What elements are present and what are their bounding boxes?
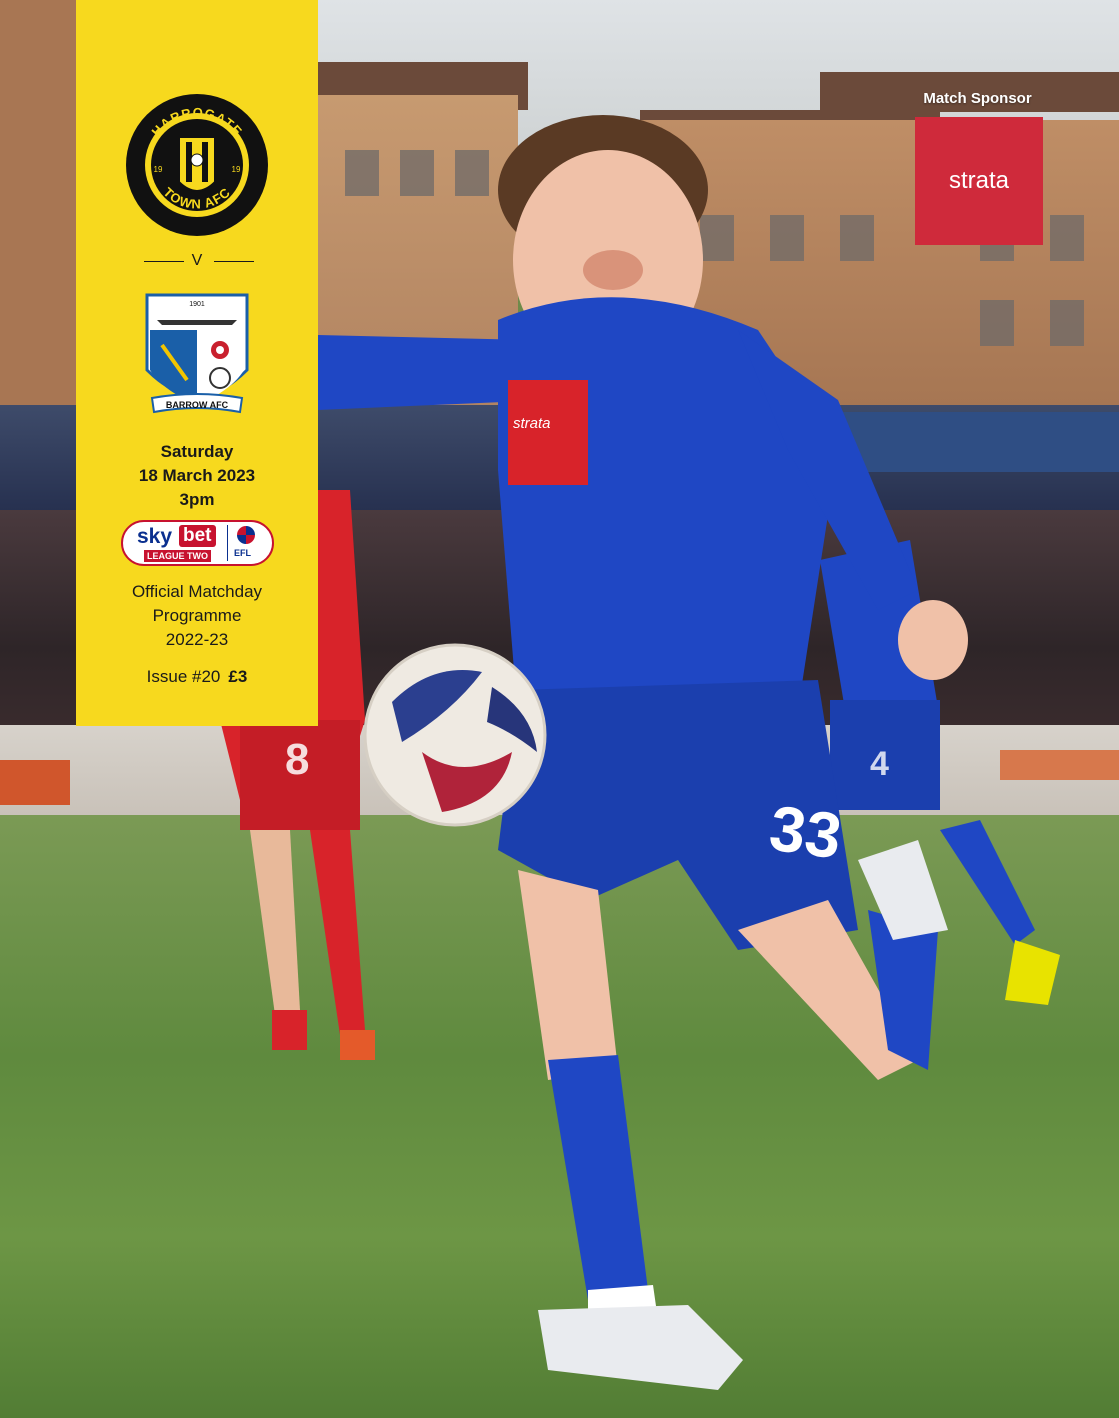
versus-separator: V (76, 252, 318, 272)
league-name: LEAGUE TWO (144, 550, 211, 562)
league-sky: sky (137, 525, 173, 548)
football (363, 643, 547, 827)
league-bet: bet (179, 525, 216, 547)
match-time: 3pm (179, 490, 215, 509)
versus-label: V (191, 252, 203, 269)
efl-label: EFL (234, 548, 251, 558)
match-day: Saturday (160, 442, 234, 461)
programme-title: Official Matchday Programme 2022-23 (76, 580, 318, 652)
match-date: 18 March 2023 (138, 466, 256, 485)
programme-line1: Official Matchday (131, 582, 263, 601)
issue-price: £3 (228, 667, 248, 686)
divider (227, 525, 228, 561)
crest-banner: BARROW AFC (166, 400, 229, 410)
issue-number: Issue #20 (146, 667, 221, 686)
shirt-number: 33 (765, 791, 846, 873)
shirt-sponsor: strata (513, 415, 551, 432)
building (0, 0, 80, 420)
issue-info: Issue #20 £3 (76, 667, 318, 687)
barrow-crest: 1901 BARROW AFC (145, 293, 249, 414)
sponsor-logo: strata (915, 117, 1043, 245)
efl-ball-icon (237, 526, 255, 544)
crest-year: 1901 (189, 301, 205, 308)
programme-season: 2022-23 (165, 630, 229, 649)
crest-founded-right: 19 (232, 165, 241, 174)
programme-line2: Programme (152, 606, 242, 625)
league-two-badge: sky bet LEAGUE TWO EFL (121, 520, 274, 566)
match-datetime: Saturday 18 March 2023 3pm (76, 440, 318, 512)
advertising-hoarding (0, 760, 70, 805)
harrogate-crest: HARROGATE TOWN AFC 19 19 (126, 94, 268, 236)
match-sponsor-label: Match Sponsor (923, 90, 1032, 107)
match-info-panel: HARROGATE TOWN AFC 19 19 V 1901 BARROW A… (76, 0, 318, 726)
opponent-number: 8 (285, 735, 310, 784)
sponsor-name: strata (948, 167, 1010, 194)
divider (214, 261, 254, 262)
crest-founded-left: 19 (154, 165, 163, 174)
